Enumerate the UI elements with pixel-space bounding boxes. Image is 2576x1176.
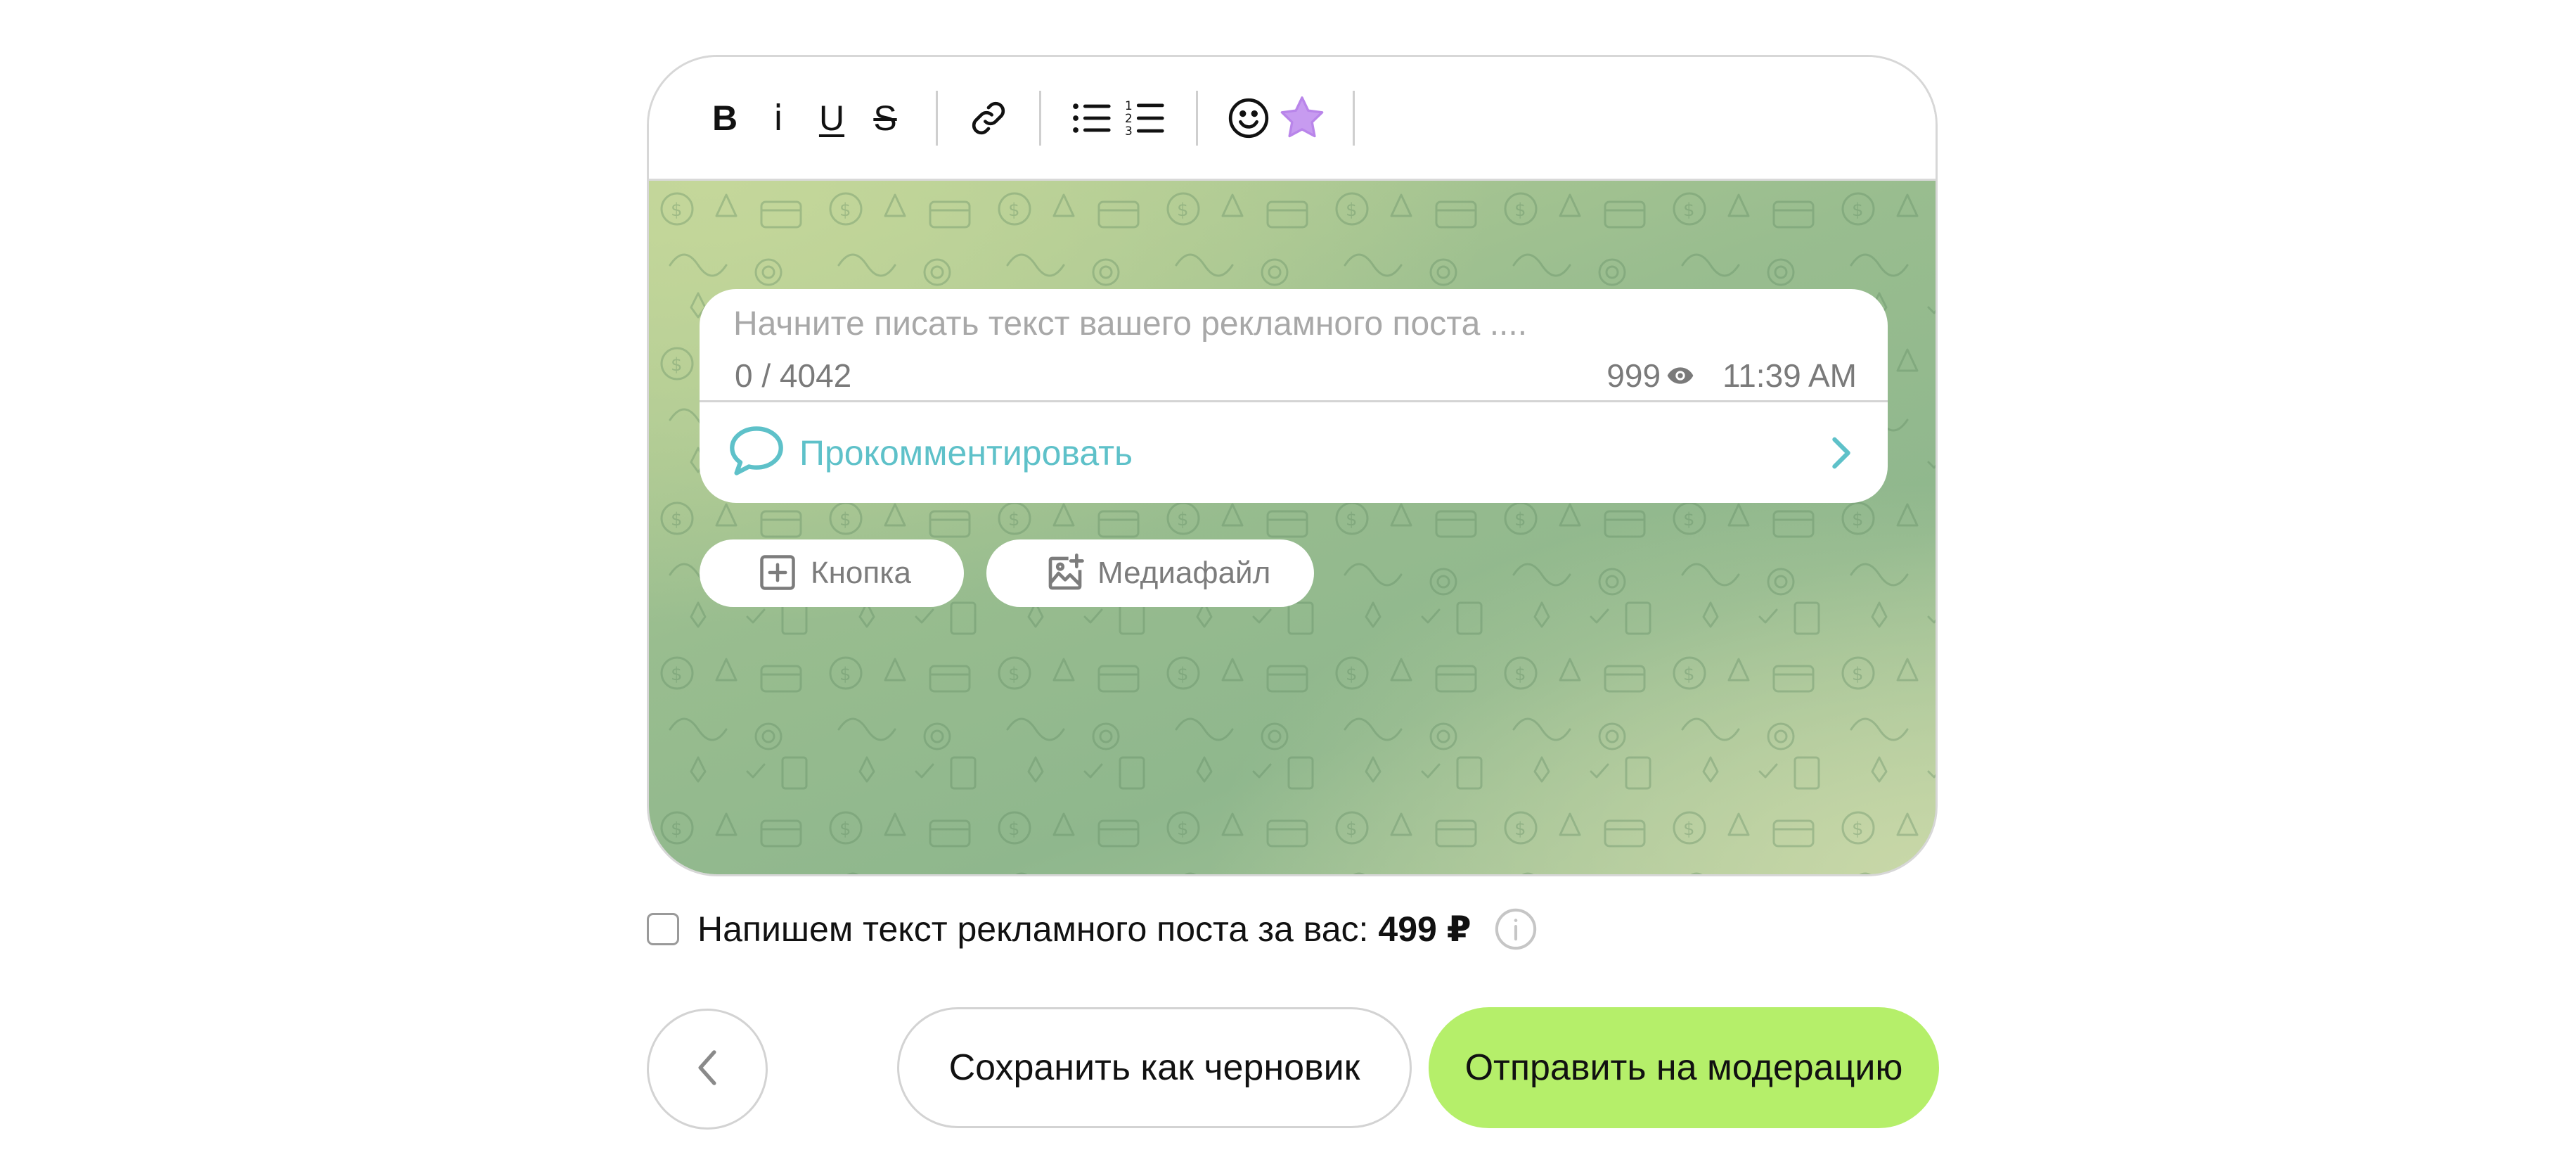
chat-preview-background: $ Начните писать текст вашего (649, 181, 1936, 874)
toolbar-divider (1353, 90, 1355, 146)
strikethrough-button[interactable]: S (858, 87, 912, 149)
link-button[interactable] (962, 87, 1015, 149)
copywriting-price: 499 ₽ (1378, 909, 1471, 949)
doodle-pattern: $ (649, 181, 1936, 874)
italic-button[interactable]: i (752, 87, 805, 149)
underline-button[interactable]: U (805, 87, 858, 149)
link-icon (972, 101, 1005, 134)
chevron-left-icon (697, 1049, 718, 1090)
post-text-input[interactable]: Начните писать текст вашего рекламного п… (733, 305, 1527, 343)
post-editor-card: B i U S 1 2 3 Начните писать текст вашег… (647, 55, 1938, 876)
back-button[interactable] (647, 1009, 768, 1130)
emoji-icon (1228, 98, 1269, 138)
character-counter: 0 / 4042 (735, 357, 852, 394)
toolbar-divider (936, 90, 938, 146)
post-message-bubble: Начните писать текст вашего рекламного п… (700, 289, 1888, 503)
message-meta: 999 11:39 AM (1606, 357, 1857, 395)
add-media-chip[interactable]: Медиафайл (986, 539, 1314, 607)
add-box-icon (759, 554, 797, 595)
image-add-icon (1045, 554, 1085, 596)
info-icon[interactable] (1494, 907, 1538, 951)
message-time: 11:39 AM (1722, 357, 1857, 394)
save-draft-button[interactable]: Сохранить как черновик (897, 1007, 1412, 1128)
bold-button[interactable]: B (698, 87, 752, 149)
svg-text:3: 3 (1125, 124, 1133, 137)
premium-star-icon (1280, 96, 1324, 137)
eye-icon (1666, 366, 1694, 385)
ad-post-editor-page: B i U S 1 2 3 Начните писать текст вашег… (0, 0, 2576, 1176)
formatting-toolbar: B i U S 1 2 3 (649, 57, 1936, 181)
numbered-list-icon: 1 2 3 (1125, 99, 1164, 137)
numbered-list-button[interactable]: 1 2 3 (1119, 87, 1172, 149)
submit-moderation-button[interactable]: Отправить на модерацию (1429, 1007, 1939, 1128)
add-button-chip[interactable]: Кнопка (700, 539, 964, 607)
comment-label: Прокомментировать (799, 433, 1133, 473)
view-count: 999 (1606, 357, 1661, 394)
add-button-label: Кнопка (811, 556, 911, 590)
premium-emoji-button[interactable] (1275, 87, 1329, 149)
comment-link[interactable]: Прокомментировать (700, 402, 1888, 503)
copywriting-option-row: Напишем текст рекламного поста за вас: 4… (647, 905, 1538, 954)
copywriting-label: Напишем текст рекламного поста за вас: (697, 909, 1369, 949)
bulleted-list-button[interactable] (1065, 87, 1119, 149)
toolbar-divider (1196, 90, 1198, 146)
emoji-button[interactable] (1222, 87, 1275, 149)
copywriting-checkbox[interactable] (647, 913, 679, 945)
bulleted-list-icon (1073, 103, 1111, 133)
add-media-label: Медиафайл (1097, 556, 1271, 590)
comment-bubble-icon (728, 424, 785, 481)
chevron-right-icon (1830, 436, 1853, 473)
toolbar-divider (1039, 90, 1041, 146)
svg-text:2: 2 (1125, 111, 1133, 125)
